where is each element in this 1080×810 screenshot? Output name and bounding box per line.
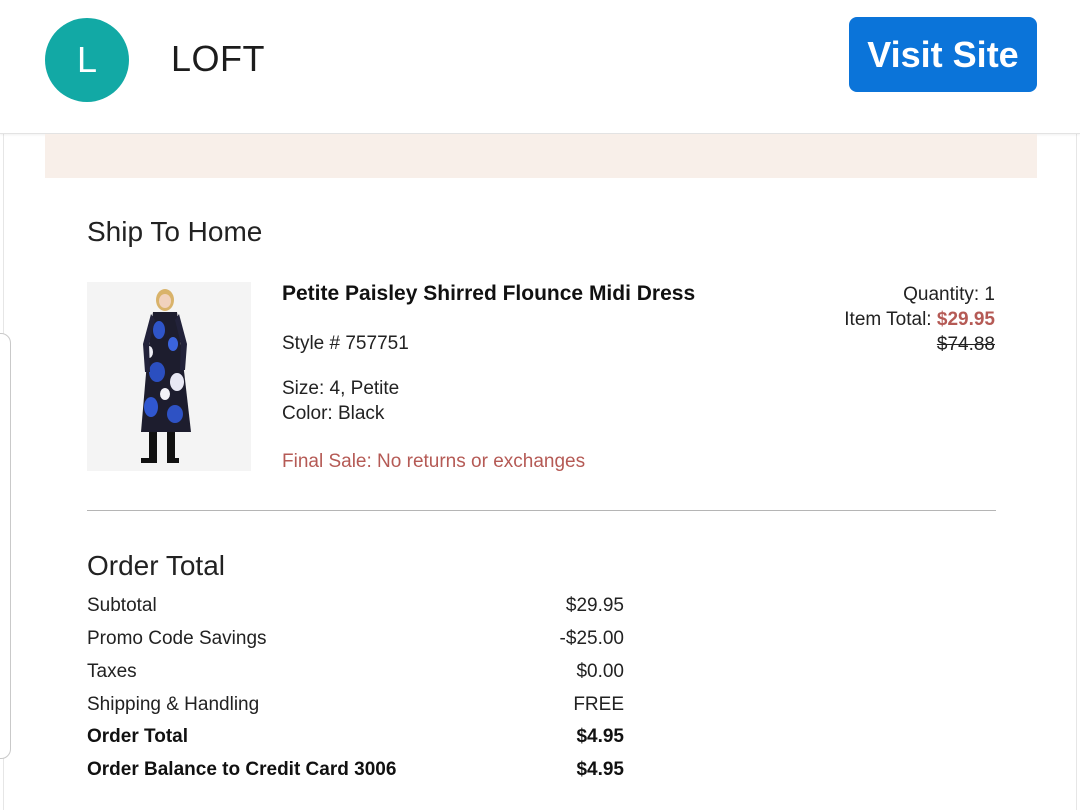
order-balance-label: Order Balance to Credit Card 3006 xyxy=(87,759,397,780)
taxes-value: $0.00 xyxy=(576,661,624,682)
promo-savings-value: -$25.00 xyxy=(559,628,624,649)
product-size: Size: 4, Petite xyxy=(282,378,400,399)
original-price: $74.88 xyxy=(936,334,995,355)
product-name[interactable]: Petite Paisley Shirred Flounce Midi Dres… xyxy=(282,282,695,306)
shipping-value: FREE xyxy=(573,694,624,715)
order-balance-value: $4.95 xyxy=(576,759,624,780)
taxes-label: Taxes xyxy=(87,661,137,682)
order-total-title: Order Total xyxy=(87,550,225,581)
promo-savings-row: Promo Code Savings -$25.00 xyxy=(87,628,624,654)
quantity-label: Quantity: 1 xyxy=(903,284,995,305)
product-photo-icon xyxy=(87,282,251,471)
item-total-label: Item Total: xyxy=(844,309,937,330)
promo-banner xyxy=(45,134,1037,178)
product-style: Style # 757751 xyxy=(282,333,409,354)
item-total-price: $29.95 xyxy=(936,309,995,330)
order-total-row: Order Total $4.95 xyxy=(87,726,624,752)
product-image[interactable] xyxy=(87,282,251,471)
item-total-line: Item Total: $29.95 xyxy=(844,307,995,332)
order-total-label: Order Total xyxy=(87,726,188,747)
merchant-name: LOFT xyxy=(171,38,266,79)
side-drawer-handle[interactable] xyxy=(0,333,11,759)
order-total-value: $4.95 xyxy=(576,726,624,747)
final-sale-notice: Final Sale: No returns or exchanges xyxy=(282,451,586,472)
subtotal-value: $29.95 xyxy=(565,595,624,616)
visit-site-button[interactable]: Visit Site xyxy=(849,17,1037,92)
product-color: Color: Black xyxy=(282,403,385,424)
subtotal-row: Subtotal $29.95 xyxy=(87,595,624,621)
shipping-label: Shipping & Handling xyxy=(87,694,260,715)
taxes-row: Taxes $0.00 xyxy=(87,661,624,687)
promo-savings-label: Promo Code Savings xyxy=(87,628,267,649)
ship-to-home-title: Ship To Home xyxy=(87,216,263,247)
subtotal-label: Subtotal xyxy=(87,595,157,616)
shipping-row: Shipping & Handling FREE xyxy=(87,694,624,720)
section-divider xyxy=(87,510,996,511)
order-balance-row: Order Balance to Credit Card 3006 $4.95 xyxy=(87,759,624,785)
order-confirmation-page: L LOFT Visit Site Ship To Home Petite Pa… xyxy=(0,0,1080,810)
price-block: Quantity: 1 Item Total: $29.95 $74.88 xyxy=(844,282,995,357)
merchant-avatar: L xyxy=(45,18,129,102)
header-bar: L LOFT Visit Site xyxy=(0,0,1080,134)
